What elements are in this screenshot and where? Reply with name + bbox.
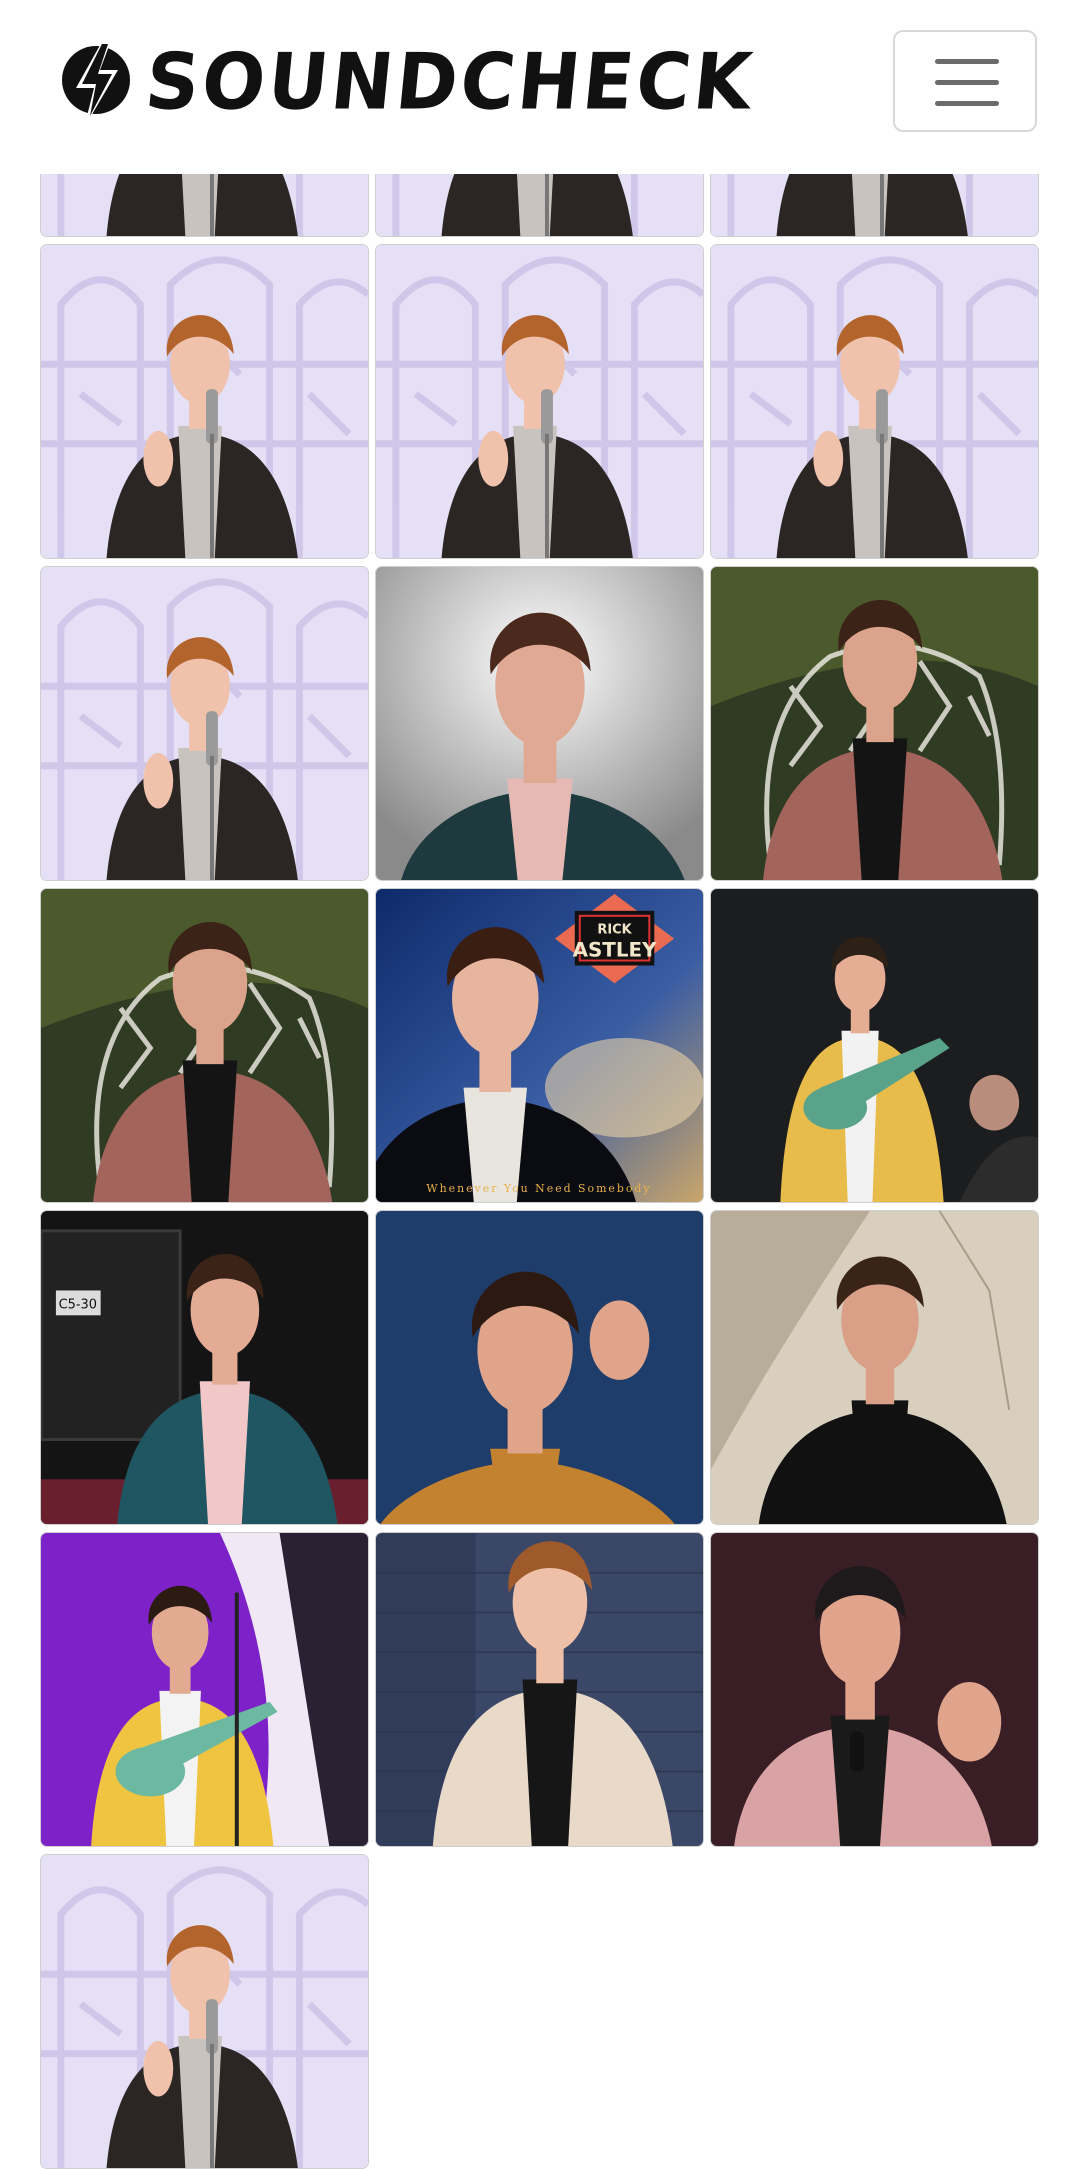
gallery-photo[interactable] [40,566,369,881]
svg-text:Whenever You Need Somebody: Whenever You Need Somebody [426,1182,651,1195]
gallery-photo[interactable] [710,244,1039,559]
photo-image [711,1211,1038,1524]
photo-image [376,1533,703,1846]
photo-image [41,1533,368,1846]
photo-image: C5-30 [41,1211,368,1524]
gallery-photo[interactable] [710,1210,1039,1525]
gallery-photo[interactable] [40,244,369,559]
gallery-photo[interactable] [40,888,369,1203]
brand-name: SOUNDCHECK [141,36,759,128]
photo-image [376,567,703,880]
gallery-photo[interactable] [710,566,1039,881]
photo-image [376,245,703,558]
navbar: SOUNDCHECK [0,0,1080,174]
photo-image: RICK ASTLEY Whenever You Need Somebody [376,889,703,1202]
gallery-photo[interactable] [375,1210,704,1525]
gallery-photo[interactable] [375,566,704,881]
photo-image [376,1211,703,1524]
svg-text:C5-30: C5-30 [59,1297,97,1312]
photo-image [711,245,1038,558]
gallery-photo[interactable] [710,888,1039,1203]
svg-text:RICK: RICK [597,923,632,938]
gallery-photo[interactable] [40,1854,369,2169]
gallery-photo[interactable] [375,244,704,559]
photo-image [41,889,368,1202]
svg-text:ASTLEY: ASTLEY [573,939,657,962]
photo-image [711,567,1038,880]
gallery-photo[interactable] [40,1532,369,1847]
photo-image [41,567,368,880]
photo-gallery: RICK ASTLEY Whenever You Need Somebody C… [40,0,1040,2169]
gallery-photo[interactable] [375,1532,704,1847]
hamburger-menu-icon [935,59,999,107]
photo-image [711,1533,1038,1846]
gallery-photo[interactable] [710,1532,1039,1847]
lightning-bolt-icon [62,38,130,128]
brand-logo[interactable]: SOUNDCHECK [58,34,759,130]
photo-image [41,1855,368,2168]
photo-image [41,245,368,558]
photo-image [711,889,1038,1202]
gallery-photo[interactable]: RICK ASTLEY Whenever You Need Somebody [375,888,704,1203]
gallery-photo[interactable]: C5-30 [40,1210,369,1525]
menu-toggle-button[interactable] [893,30,1037,132]
